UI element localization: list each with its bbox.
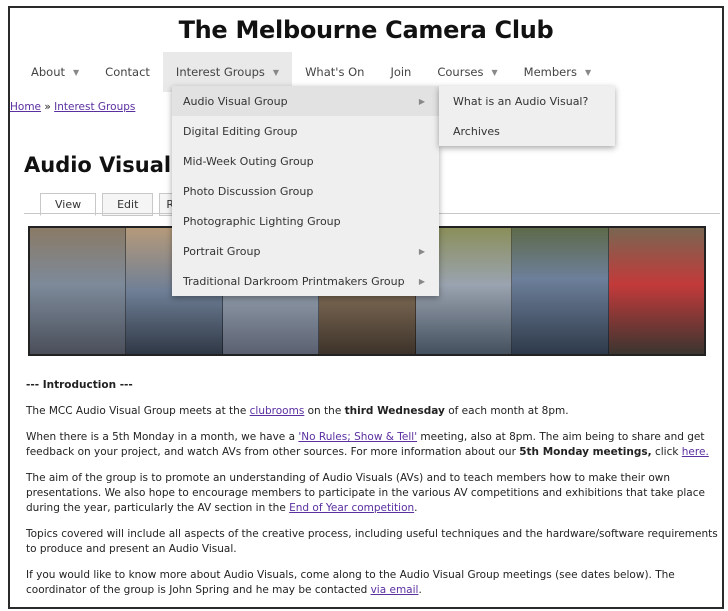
- nav-item-label: What's On: [305, 65, 365, 79]
- no-rules-show-tell-link[interactable]: 'No Rules; Show & Tell': [298, 431, 417, 443]
- breadcrumb: Home » Interest Groups: [10, 101, 135, 113]
- here-link[interactable]: here.: [682, 446, 709, 458]
- collage-photo: [30, 228, 127, 354]
- clubrooms-link[interactable]: clubrooms: [250, 405, 305, 417]
- breadcrumb-home-link[interactable]: Home: [10, 101, 41, 113]
- collage-photo: [608, 228, 704, 354]
- caret-down-icon: ▼: [584, 67, 592, 77]
- page-frame: The Melbourne Camera Club About ▼ Contact…: [8, 6, 724, 609]
- collage-photo: [512, 228, 609, 354]
- menu-item-digital-editing-group[interactable]: Digital Editing Group: [172, 116, 439, 146]
- menu-item-portrait-group[interactable]: Portrait Group ▶: [172, 236, 439, 266]
- paragraph: When there is a 5th Monday in a month, w…: [26, 431, 709, 458]
- page-title: Audio Visual G: [24, 153, 196, 177]
- breadcrumb-interest-groups-link[interactable]: Interest Groups: [54, 101, 135, 113]
- nav-item-label: About: [31, 65, 66, 79]
- site-title: The Melbourne Camera Club: [178, 16, 554, 44]
- intro-heading: --- Introduction ---: [26, 379, 133, 391]
- paragraph: The MCC Audio Visual Group meets at the …: [26, 405, 569, 417]
- menu-item-photographic-lighting-group[interactable]: Photographic Lighting Group: [172, 206, 439, 236]
- paragraph: The aim of the group is to promote an un…: [26, 472, 705, 514]
- menu-item-photo-discussion-group[interactable]: Photo Discussion Group: [172, 176, 439, 206]
- menu-item-mid-week-outing-group[interactable]: Mid-Week Outing Group: [172, 146, 439, 176]
- nav-item-contact[interactable]: Contact: [92, 52, 163, 92]
- main-content: --- Introduction --- The MCC Audio Visua…: [26, 378, 721, 607]
- caret-down-icon: ▼: [491, 67, 498, 77]
- paragraph: If you would like to know more about Aud…: [26, 569, 675, 596]
- end-of-year-competition-link[interactable]: End of Year competition: [289, 502, 414, 514]
- via-email-link[interactable]: via email: [371, 584, 419, 596]
- paragraph: Topics covered will include all aspects …: [26, 528, 718, 555]
- submenu-item-archives[interactable]: Archives: [439, 116, 615, 146]
- submenu-item-what-is-av[interactable]: What is an Audio Visual?: [439, 86, 615, 116]
- caret-down-icon: ▼: [272, 67, 280, 77]
- chevron-right-icon: ▶: [418, 246, 425, 256]
- nav-item-label: Interest Groups: [175, 65, 265, 79]
- chevron-right-icon: ▶: [418, 276, 425, 286]
- interest-groups-dropdown: Audio Visual Group ▶ Digital Editing Grou…: [172, 86, 439, 296]
- menu-item-audio-visual-group[interactable]: Audio Visual Group ▶: [172, 86, 439, 116]
- caret-down-icon: ▼: [73, 67, 80, 77]
- audio-visual-submenu: What is an Audio Visual? Archives: [439, 86, 615, 146]
- nav-item-label: Courses: [437, 65, 484, 79]
- nav-item-label: Contact: [105, 65, 150, 79]
- chevron-right-icon: ▶: [418, 96, 425, 106]
- nav-item-about[interactable]: About ▼: [18, 52, 92, 92]
- menu-item-traditional-darkroom-printmakers-group[interactable]: Traditional Darkroom Printmakers Group ▶: [172, 266, 439, 296]
- breadcrumb-separator: »: [41, 101, 55, 113]
- nav-item-label: Join: [390, 65, 412, 79]
- nav-item-label: Members: [523, 65, 577, 79]
